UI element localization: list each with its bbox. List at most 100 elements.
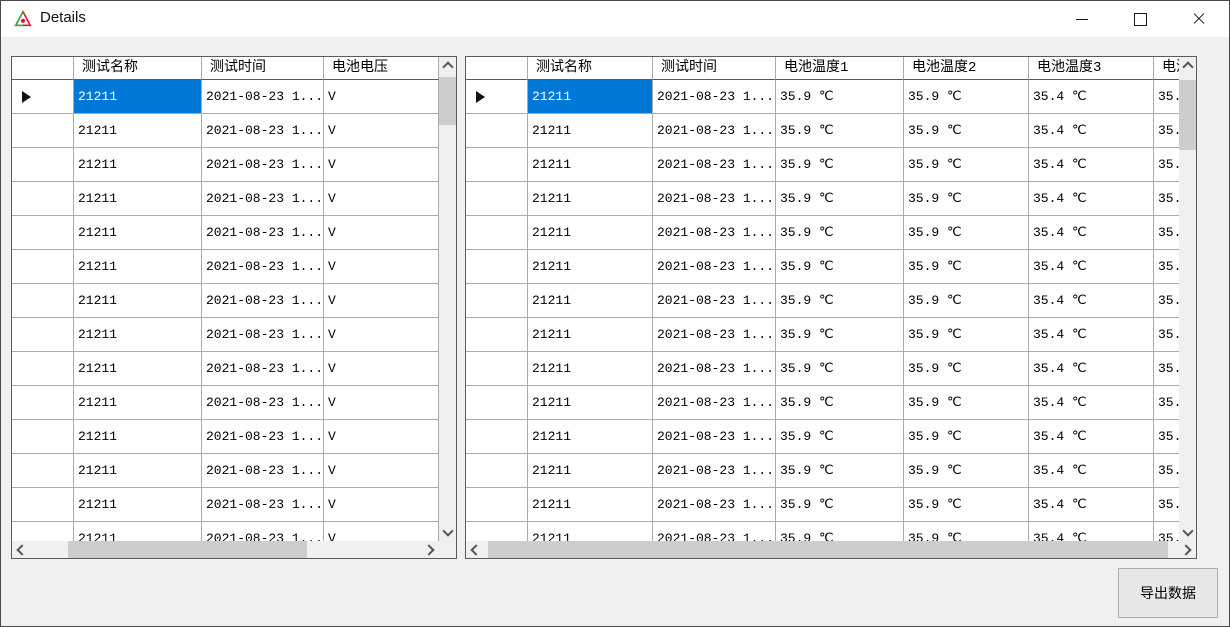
grid-cell[interactable]: 21211 [528, 216, 653, 250]
grid-cell[interactable]: 2021-08-23 1... [653, 386, 776, 420]
column-header-2[interactable]: 测试时间 [653, 57, 776, 80]
grid-cell[interactable]: 2021-08-23 1... [653, 284, 776, 318]
grid-cell[interactable]: 21211 [528, 488, 653, 522]
grid-cell[interactable]: 21211 [74, 318, 202, 352]
grid-cell[interactable]: 35.4 ℃ [1029, 250, 1154, 284]
grid-cell[interactable]: 35.9 ℃ [904, 386, 1029, 420]
vertical-scrollbar-thumb[interactable] [439, 77, 456, 125]
grid-cell[interactable]: 35.4 ℃ [1029, 148, 1154, 182]
grid-cell[interactable]: V [324, 386, 439, 420]
grid-cell[interactable]: 2021-08-23 1... [653, 216, 776, 250]
grid-cell[interactable]: 35.4 ℃ [1154, 318, 1179, 352]
grid-cell[interactable]: 35.9 ℃ [904, 216, 1029, 250]
grid-cell[interactable]: V [324, 352, 439, 386]
row-header[interactable] [12, 522, 74, 541]
grid-cell[interactable]: 35.9 ℃ [904, 80, 1029, 114]
grid-cell[interactable]: 21211 [74, 386, 202, 420]
grid-cell[interactable]: 2021-08-23 1... [202, 216, 324, 250]
grid-cell[interactable]: 35.9 ℃ [904, 284, 1029, 318]
grid-cell[interactable]: 35.9 ℃ [776, 80, 904, 114]
grid-cell[interactable]: V [324, 522, 439, 541]
row-header[interactable] [466, 284, 528, 318]
scroll-left-arrow-icon[interactable] [466, 541, 483, 558]
grid-cell[interactable]: V [324, 80, 439, 114]
row-header[interactable] [466, 80, 528, 114]
grid-cell[interactable]: 2021-08-23 1... [653, 250, 776, 284]
grid-cell[interactable]: 2021-08-23 1... [202, 182, 324, 216]
row-header[interactable] [466, 386, 528, 420]
grid-cell[interactable]: V [324, 182, 439, 216]
row-header[interactable] [466, 522, 528, 541]
grid-cell[interactable]: 21211 [74, 148, 202, 182]
grid-cell[interactable]: 21211 [74, 250, 202, 284]
grid-cell[interactable]: 35.4 ℃ [1154, 250, 1179, 284]
grid-cell[interactable]: 2021-08-23 1... [653, 488, 776, 522]
grid-cell[interactable]: 2021-08-23 1... [202, 114, 324, 148]
grid-cell[interactable]: 21211 [528, 522, 653, 541]
grid-cell[interactable]: 35.4 ℃ [1154, 352, 1179, 386]
row-header[interactable] [466, 216, 528, 250]
grid-cell[interactable]: 35.4 ℃ [1029, 216, 1154, 250]
grid-cell[interactable]: 2021-08-23 1... [653, 318, 776, 352]
row-header[interactable] [12, 182, 74, 216]
row-header[interactable] [12, 250, 74, 284]
grid-cell[interactable]: 21211 [528, 284, 653, 318]
grid-cell[interactable]: 35.9 ℃ [904, 454, 1029, 488]
row-header[interactable] [466, 488, 528, 522]
grid-cell[interactable]: 21211 [528, 250, 653, 284]
grid-cell[interactable]: V [324, 284, 439, 318]
grid-cell[interactable]: 35.9 ℃ [776, 182, 904, 216]
grid-cell[interactable]: 21211 [74, 488, 202, 522]
grid-cell[interactable]: V [324, 488, 439, 522]
grid-cell[interactable]: 35.4 ℃ [1029, 318, 1154, 352]
grid-cell[interactable]: 35.9 ℃ [776, 488, 904, 522]
grid-cell[interactable]: 35.9 ℃ [904, 148, 1029, 182]
grid-cell[interactable]: 2021-08-23 1... [653, 182, 776, 216]
grid-cell[interactable]: 35.4 ℃ [1029, 114, 1154, 148]
column-header-1[interactable]: 测试名称 [528, 57, 653, 80]
vertical-scrollbar[interactable] [1179, 57, 1196, 541]
grid-cell[interactable]: 21211 [528, 182, 653, 216]
scroll-left-arrow-icon[interactable] [12, 541, 29, 558]
grid-cell[interactable]: 35.4 ℃ [1154, 522, 1179, 541]
select-all-corner[interactable] [466, 57, 528, 80]
row-header[interactable] [466, 352, 528, 386]
grid-cell[interactable]: 35.9 ℃ [904, 114, 1029, 148]
horizontal-scrollbar-thumb[interactable] [488, 541, 1168, 558]
grid-cell[interactable]: 35.9 ℃ [776, 114, 904, 148]
grid-cell[interactable]: 35.9 ℃ [904, 420, 1029, 454]
grid-cell[interactable]: 2021-08-23 1... [202, 318, 324, 352]
close-button[interactable] [1182, 1, 1216, 37]
grid-cell[interactable]: 35.4 ℃ [1154, 182, 1179, 216]
grid-cell[interactable]: 2021-08-23 1... [653, 454, 776, 488]
grid-cell[interactable]: 21211 [74, 80, 202, 114]
column-header-1[interactable]: 测试名称 [74, 57, 202, 80]
grid-cell[interactable]: 2021-08-23 1... [653, 114, 776, 148]
grid-cell[interactable]: 21211 [74, 454, 202, 488]
grid-cell[interactable]: 21211 [528, 80, 653, 114]
grid-cell[interactable]: 21211 [74, 182, 202, 216]
grid-cell[interactable]: 21211 [74, 420, 202, 454]
row-header[interactable] [12, 352, 74, 386]
row-header[interactable] [12, 114, 74, 148]
column-header-3[interactable]: 电池电压 [324, 57, 439, 80]
grid-cell[interactable]: 35.9 ℃ [776, 284, 904, 318]
row-header[interactable] [12, 80, 74, 114]
grid-cell[interactable]: 35.9 ℃ [776, 386, 904, 420]
column-header-3[interactable]: 电池温度1 [776, 57, 904, 80]
grid-cell[interactable]: 35.4 ℃ [1029, 454, 1154, 488]
horizontal-scrollbar[interactable] [466, 541, 1196, 558]
grid-cell[interactable]: 21211 [528, 318, 653, 352]
scroll-down-arrow-icon[interactable] [439, 524, 456, 541]
row-header[interactable] [466, 148, 528, 182]
grid-cell[interactable]: 21211 [528, 352, 653, 386]
grid-cell[interactable]: 35.4 ℃ [1154, 454, 1179, 488]
grid-cell[interactable]: 2021-08-23 1... [202, 284, 324, 318]
row-header[interactable] [12, 420, 74, 454]
column-header-6[interactable]: 电池温度4 [1154, 57, 1179, 80]
grid-cell[interactable]: 35.4 ℃ [1029, 284, 1154, 318]
row-header[interactable] [466, 250, 528, 284]
grid-cell[interactable]: 35.9 ℃ [904, 250, 1029, 284]
grid-cell[interactable]: 35.9 ℃ [904, 522, 1029, 541]
grid-cell[interactable]: 2021-08-23 1... [202, 148, 324, 182]
